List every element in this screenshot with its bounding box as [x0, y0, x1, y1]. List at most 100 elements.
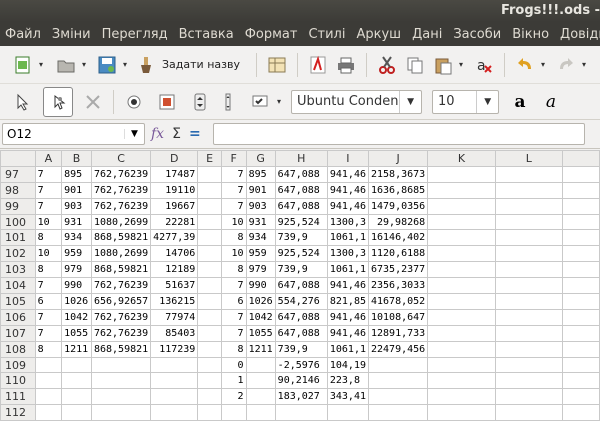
cell[interactable]: 979 [245, 261, 276, 279]
cell[interactable] [220, 404, 247, 421]
row-header[interactable]: 112 [0, 404, 36, 421]
cell[interactable]: 1211 [61, 340, 92, 358]
open-folder-icon[interactable] [53, 52, 79, 78]
cell[interactable] [197, 277, 222, 295]
row-header[interactable]: 111 [0, 388, 36, 406]
cell[interactable] [562, 261, 600, 279]
bold-icon[interactable]: a [507, 89, 533, 115]
cell[interactable] [326, 404, 369, 421]
cell[interactable] [494, 293, 564, 310]
cell[interactable]: 1055 [245, 324, 276, 342]
cell[interactable]: 941,46 [326, 197, 369, 215]
formula-input[interactable] [212, 123, 585, 145]
cell[interactable]: 7 [220, 277, 247, 295]
cell[interactable] [367, 388, 429, 406]
image-button-icon[interactable] [154, 89, 180, 115]
cell[interactable] [494, 165, 564, 183]
cell[interactable] [367, 356, 429, 374]
cell[interactable]: 1120,6188 [367, 245, 429, 263]
row-header[interactable]: 103 [0, 261, 36, 279]
cell[interactable] [197, 388, 222, 406]
cell[interactable]: 1080,2699 [90, 213, 152, 231]
cell[interactable]: 0 [220, 356, 247, 374]
cell[interactable] [34, 404, 63, 421]
cell[interactable]: 104,19 [326, 356, 369, 374]
redo-dropdown-icon[interactable]: ▾ [580, 60, 588, 69]
cell[interactable] [197, 213, 222, 231]
cell[interactable] [562, 245, 600, 263]
cell[interactable] [274, 404, 328, 421]
cell[interactable]: 223,8 [326, 372, 369, 390]
cell[interactable] [427, 261, 496, 279]
form-dropdown-icon[interactable]: ▾ [275, 97, 283, 106]
cell[interactable]: 941,46 [326, 324, 369, 342]
cell[interactable] [197, 372, 222, 390]
cell[interactable] [427, 245, 496, 263]
cell[interactable]: 934 [245, 229, 276, 247]
menu-help[interactable]: Довідка [555, 27, 600, 42]
cell[interactable]: 1479,0356 [367, 197, 429, 215]
clear-formatting-icon[interactable]: a [471, 52, 497, 78]
cell[interactable] [427, 372, 496, 390]
row-header[interactable]: 101 [0, 229, 36, 247]
tools-icon[interactable] [80, 89, 106, 115]
cell[interactable]: 762,76239 [90, 324, 152, 342]
cell[interactable]: 990 [61, 277, 92, 295]
cell[interactable] [562, 388, 600, 406]
name-box[interactable]: O12 ▼ [2, 123, 145, 145]
cell[interactable]: 7 [34, 277, 63, 295]
cell[interactable]: 941,46 [326, 308, 369, 326]
cell[interactable]: 925,524 [274, 245, 328, 263]
cell[interactable]: 931 [61, 213, 92, 231]
cell[interactable] [562, 165, 600, 183]
cell[interactable]: 762,76239 [90, 277, 152, 295]
cell[interactable] [197, 356, 222, 374]
menu-styles[interactable]: Стилі [303, 27, 351, 42]
cell[interactable]: 656,92657 [90, 293, 152, 310]
cell[interactable]: 6735,2377 [367, 261, 429, 279]
cell[interactable]: 979 [61, 261, 92, 279]
cell[interactable]: 8 [220, 340, 247, 358]
cell[interactable] [562, 372, 600, 390]
cell[interactable]: 51637 [150, 277, 199, 295]
cell[interactable]: 22281 [150, 213, 199, 231]
cell[interactable]: 959 [245, 245, 276, 263]
cell[interactable] [427, 181, 496, 199]
paste-dropdown-icon[interactable]: ▾ [457, 60, 465, 69]
cell[interactable] [150, 388, 199, 406]
cell[interactable]: 10 [34, 213, 63, 231]
cell[interactable]: 647,088 [274, 181, 328, 199]
cell[interactable] [61, 404, 92, 421]
cell[interactable] [494, 229, 564, 247]
cell[interactable] [494, 261, 564, 279]
sum-icon[interactable]: Σ [172, 126, 181, 142]
cell[interactable]: 647,088 [274, 197, 328, 215]
column-header[interactable]: H [274, 150, 328, 167]
cell[interactable]: 7 [220, 324, 247, 342]
cell[interactable]: 1061,1 [326, 229, 369, 247]
new-dropdown-icon[interactable]: ▾ [37, 60, 45, 69]
column-header[interactable]: L [494, 150, 564, 167]
column-header[interactable]: K [427, 150, 496, 167]
font-name-dropdown-icon[interactable]: ▼ [399, 90, 421, 113]
cell[interactable] [197, 229, 222, 247]
cell[interactable] [197, 340, 222, 358]
cell[interactable]: 895 [61, 165, 92, 183]
cell[interactable]: 41678,052 [367, 293, 429, 310]
cell[interactable]: 868,59821 [90, 229, 152, 247]
cell[interactable]: 90,2146 [274, 372, 328, 390]
cell[interactable]: 7 [34, 324, 63, 342]
cell[interactable] [494, 324, 564, 342]
redo-icon[interactable] [553, 52, 579, 78]
cell[interactable]: 901 [245, 181, 276, 199]
cell[interactable] [562, 277, 600, 295]
font-size-dropdown-icon[interactable]: ▼ [476, 90, 498, 113]
row-header[interactable]: 99 [0, 197, 36, 215]
cell[interactable] [427, 356, 496, 374]
cell[interactable]: -2,5976 [274, 356, 328, 374]
column-header[interactable] [562, 150, 600, 167]
row-header[interactable]: 105 [0, 293, 36, 310]
cell[interactable]: 821,85 [326, 293, 369, 310]
cell[interactable] [150, 356, 199, 374]
column-header[interactable]: D [150, 150, 199, 167]
